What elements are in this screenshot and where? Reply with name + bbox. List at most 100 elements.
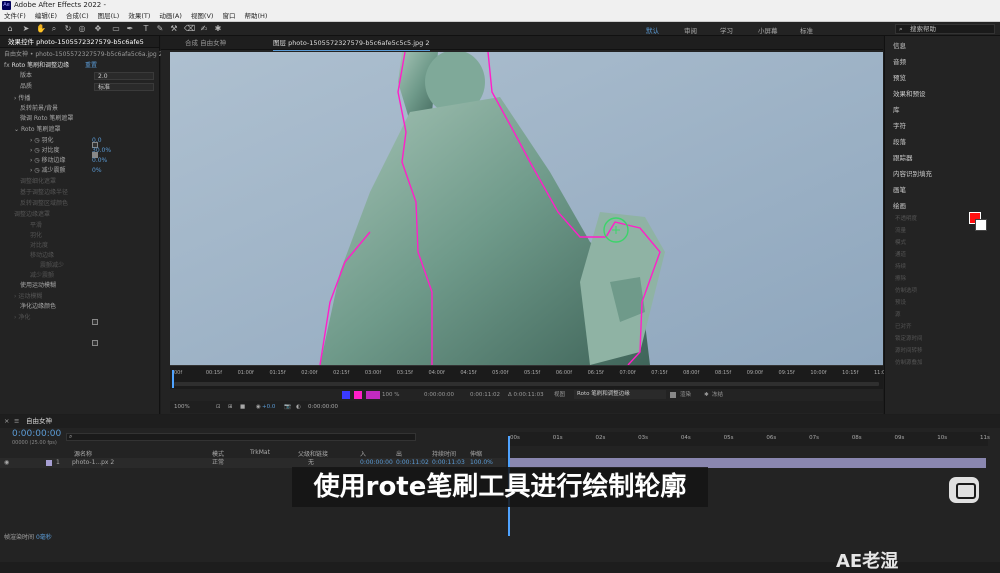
layer-canvas[interactable] [170,52,883,365]
clone-stamp-tool-icon[interactable]: ⚒ [170,25,178,33]
paint-prop[interactable]: 已对齐 [895,322,912,330]
col-stretch[interactable]: 伸缩 [470,449,482,458]
panel-item[interactable]: 效果和预设 [893,88,926,98]
paint-prop[interactable]: 通道 [895,250,906,258]
tab-layer[interactable]: 图层 photo-1505572327579-b5c6afe5c5c5.jpg … [273,36,430,51]
panel-item[interactable]: 内容识别填充 [893,168,932,178]
grid-icon[interactable]: ⊞ [228,401,233,413]
reset-link[interactable]: 重置 [85,62,97,69]
paint-prop[interactable]: 锁定源时间 [895,334,923,342]
menu-icon[interactable]: ≡ [14,415,19,428]
panel-item[interactable]: 库 [893,104,900,114]
alpha-swatch-icon[interactable] [354,391,362,399]
menu-effect[interactable]: 效果(T) [128,11,150,21]
version-select[interactable]: 2.0 [94,72,154,80]
menu-layer[interactable]: 图层(L) [98,11,120,21]
timeline-search-input[interactable]: ⌕ [66,433,416,441]
reduce-chatter-value[interactable]: 0% [92,166,102,176]
home-icon[interactable]: ⌂ [6,25,14,33]
panel-item[interactable]: 音频 [893,56,906,66]
effect-header[interactable]: fx Roto 笔刷和调整边缘 重置 [4,61,97,71]
menu-composition[interactable]: 合成(C) [66,11,89,21]
paint-prop[interactable]: 源时间转移 [895,346,923,354]
pan-behind-tool-icon[interactable]: ✥ [94,25,102,33]
paint-prop[interactable]: 持续 [895,262,906,270]
layer-mode[interactable]: 正常 [212,458,224,468]
motion-blur-group[interactable]: › 运动模糊 [14,292,42,302]
timeline-ruler[interactable]: 00s 01s 02s 03s 04s 05s 06s 07s 08s 09s 10s 11s [508,432,990,446]
tab-composition[interactable]: 合成 自由女神 [185,36,226,50]
feather-row[interactable]: › ◷ 羽化 [30,136,53,146]
overlay-swatch-icon[interactable] [366,391,380,399]
col-mode[interactable]: 模式 [212,449,224,458]
timeline-timecode[interactable]: 0:00:00:00 [12,429,61,439]
exposure-value[interactable]: +0.0 [262,401,275,413]
layer-label-color[interactable] [46,460,52,466]
roto-matte-group[interactable]: ⌄ Roto 笔刷遮罩 [14,125,60,135]
paint-prop[interactable]: 模式 [895,238,906,246]
panel-item[interactable]: 画笔 [893,184,906,194]
use-motion-blur-checkbox[interactable] [92,319,98,325]
paint-prop[interactable]: 仿制选项 [895,286,917,294]
menu-animation[interactable]: 动画(A) [159,11,182,21]
paint-prop[interactable]: 仿制源叠加 [895,358,923,366]
purify-group[interactable]: › 净化 [14,313,30,323]
zoom-select[interactable]: 100% [174,401,190,413]
col-trkmat[interactable]: TrkMat [250,449,270,456]
menu-window[interactable]: 窗口 [222,11,235,21]
color-swatch-icon[interactable] [342,391,350,399]
menu-help[interactable]: 帮助(H) [244,11,267,21]
paint-prop[interactable]: 预设 [895,298,906,306]
zoom-tool-icon[interactable]: ⌕ [50,25,58,33]
freeze-icon[interactable]: ✱ [704,389,709,401]
pen-tool-icon[interactable]: ✒ [126,25,134,33]
selection-tool-icon[interactable]: ➤ [22,25,30,33]
reduce-chatter-row[interactable]: › ◷ 减少震颤 [30,166,65,176]
bottom-timecode[interactable]: 0:00:00:00 [308,401,338,413]
col-in[interactable]: 入 [360,449,366,458]
layer-time-ruler[interactable]: 00f 00:15f 01:00f 01:15f 02:00f 02:15f 03:00f 0… [170,365,888,389]
layer-name[interactable]: photo-1...px 2 [72,458,114,468]
fit-icon[interactable]: ⊡ [216,401,221,413]
panel-item[interactable]: 字符 [893,120,906,130]
menu-edit[interactable]: 编辑(E) [35,11,57,21]
paint-prop[interactable]: 源 [895,310,901,318]
view-select[interactable]: Roto 笔刷和调整边缘 [574,390,666,399]
paint-prop[interactable]: 不透明度 [895,214,917,222]
propagation-group[interactable]: › 传播 [14,94,30,104]
hand-tool-icon[interactable]: ✋ [36,25,46,33]
color-mgmt-icon[interactable]: ◉ [256,401,261,413]
search-help-input[interactable]: ⌕ 搜索帮助 [895,24,995,34]
rotate-tool-icon[interactable]: ↻ [64,25,72,33]
workspace-small-screen[interactable]: 小屏幕 [758,25,778,35]
rgb-channel-icon[interactable]: ■ [240,401,245,413]
panel-item[interactable]: 段落 [893,136,906,146]
freeze-label[interactable]: 冻结 [712,389,723,401]
work-area-bar[interactable] [174,382,879,386]
rectangle-tool-icon[interactable]: ▭ [112,25,120,33]
time-in[interactable]: 0:00:00:00 [424,389,454,401]
panel-item[interactable]: 预览 [893,72,906,82]
panel-item[interactable]: 绘画 [893,200,906,210]
roto-brush-tool-icon[interactable]: ✍ [200,25,208,33]
opacity-value[interactable]: 100 % [382,389,399,401]
menu-file[interactable]: 文件(F) [4,11,26,21]
col-parent[interactable]: 父级和链接 [298,449,328,458]
contrast-value[interactable]: 30.0% [92,146,111,156]
time-current[interactable]: 0:00:11:02 [470,389,500,401]
feather-value[interactable]: 0.0 [92,136,102,146]
effect-controls-tab[interactable]: 效果控件 photo-1505572327579-b5c6afe5 [0,36,159,48]
paint-prop[interactable]: 擦除 [895,274,906,282]
background-color-swatch[interactable] [975,219,987,231]
col-out[interactable]: 出 [396,449,402,458]
snapshot-icon[interactable]: 📷 [284,401,291,413]
eraser-tool-icon[interactable]: ⌫ [184,25,195,33]
show-snapshot-icon[interactable]: ◐ [296,401,301,413]
col-duration[interactable]: 持续时间 [432,449,456,458]
col-source-name[interactable]: 源名称 [74,449,92,458]
puppet-pin-tool-icon[interactable]: ✱ [214,25,222,33]
type-tool-icon[interactable]: T [142,25,150,33]
menu-view[interactable]: 视图(V) [191,11,214,21]
brush-tool-icon[interactable]: ✎ [156,25,164,33]
visibility-eye-icon[interactable]: ◉ [4,458,9,468]
